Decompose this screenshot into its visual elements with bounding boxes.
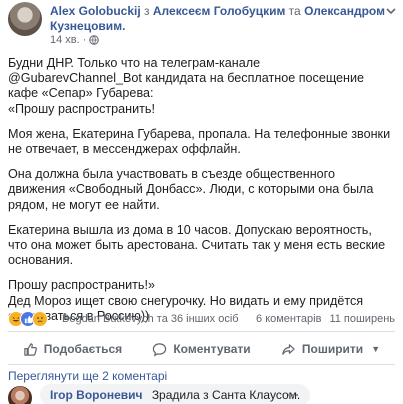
share-label: Поширити — [301, 342, 364, 356]
author-name[interactable]: Alex Golobuckij — [50, 4, 141, 18]
view-previous-comments-link[interactable]: Переглянути ще 2 коментарі — [8, 369, 167, 383]
share-button[interactable]: Поширити ▼ — [266, 334, 395, 364]
comment: Ігор Вороневич Зрадила з Санта Клаусом. — [8, 384, 395, 404]
and-text: та — [288, 4, 301, 18]
comment-button[interactable]: Коментувати — [137, 334, 266, 364]
comment-text: Зрадила з Санта Клаусом. — [151, 388, 301, 402]
post-paragraph: Она должна была участвовать в съезде общ… — [8, 167, 374, 212]
reactors-text[interactable]: Bogdan Butkevych та 36 інших осіб — [62, 313, 239, 325]
post-meta: 14 хв. · — [50, 33, 100, 47]
divider — [8, 364, 395, 365]
post-options-chevron-icon[interactable] — [385, 6, 397, 16]
commenter-name[interactable]: Ігор Вороневич — [50, 388, 142, 402]
post-paragraph: Моя жена, Екатерина Губарева, пропала. Н… — [8, 126, 391, 157]
thumbs-up-icon — [24, 342, 37, 356]
shares-count[interactable]: 11 поширень — [329, 313, 395, 325]
engagement-counts: 6 коментарів 11 поширень — [256, 313, 395, 325]
with-text: з — [144, 4, 150, 18]
post-paragraph: Будни ДНР. Только что на телеграм-канале… — [8, 56, 365, 101]
commenter-avatar[interactable] — [8, 386, 32, 404]
reaction-icons[interactable] — [8, 311, 48, 327]
share-icon — [282, 343, 295, 355]
post-author-line: Alex Golobuckij з Алексеєм Голобуцким та… — [50, 4, 385, 34]
like-label: Подобається — [43, 342, 123, 356]
reactions-bar: Bogdan Butkevych та 36 інших осіб 6 коме… — [8, 310, 395, 328]
divider — [8, 331, 395, 332]
post-paragraph: Прошу распространить!» — [8, 278, 155, 293]
post-text: Будни ДНР. Только что на телеграм-канале… — [8, 56, 393, 324]
meta-separator: · — [82, 34, 87, 46]
comments-count[interactable]: 6 коментарів — [256, 313, 321, 325]
sad-icon — [32, 311, 48, 327]
globe-icon[interactable] — [89, 35, 100, 45]
tagged-user-1[interactable]: Алексеєм Голобуцким — [153, 4, 285, 18]
post-timestamp[interactable]: 14 хв. — [50, 34, 80, 46]
author-avatar[interactable] — [8, 2, 42, 36]
share-caret-icon[interactable]: ▼ — [371, 344, 380, 354]
post-paragraph: «Прошу распространить! — [8, 101, 155, 116]
comment-options-icon[interactable] — [286, 388, 300, 402]
action-bar: Подобається Коментувати Поширити ▼ — [8, 334, 395, 364]
comment-label: Коментувати — [173, 342, 251, 356]
comment-bubble: Ігор Вороневич Зрадила з Санта Клаусом. — [40, 384, 311, 404]
post-header: Alex Golobuckij з Алексеєм Голобуцким та… — [0, 0, 403, 46]
comment-icon — [153, 342, 167, 356]
like-button[interactable]: Подобається — [8, 334, 137, 364]
post-paragraph: Екатерина вышла из дома в 10 часов. Допу… — [8, 222, 386, 268]
